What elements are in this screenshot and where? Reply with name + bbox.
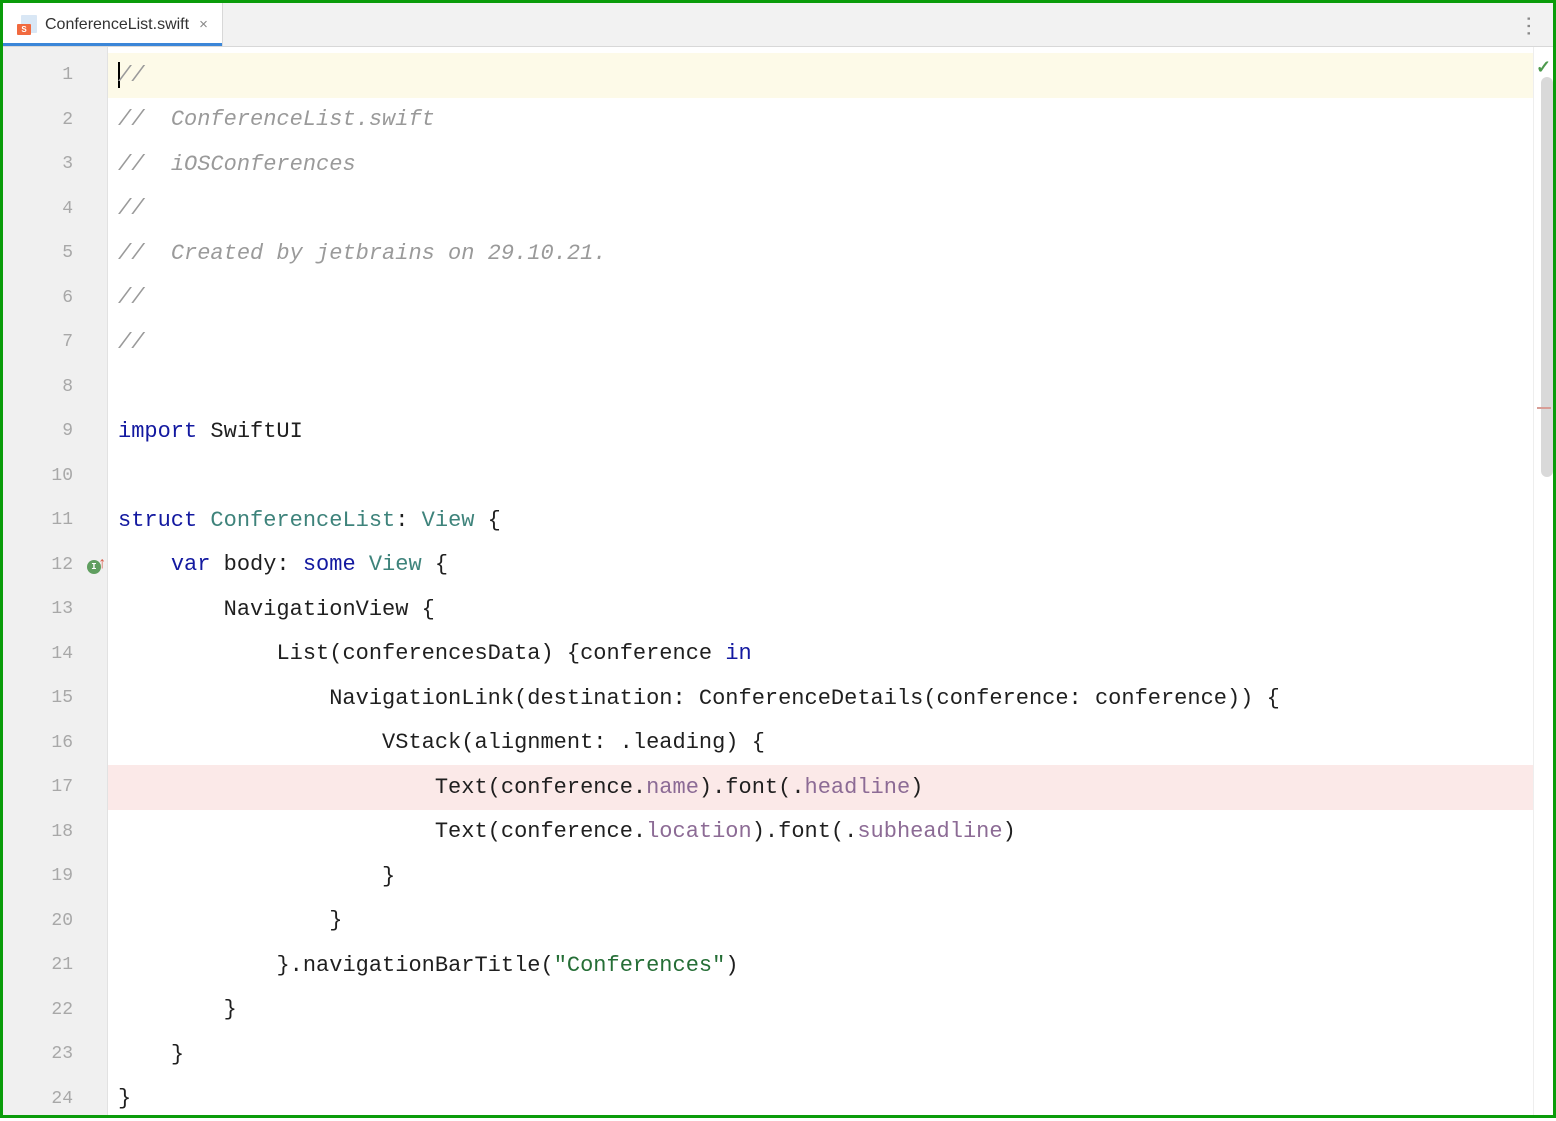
code-line[interactable] <box>108 454 1533 499</box>
error-stripe-marker[interactable] <box>1537 407 1551 409</box>
line-number[interactable]: 23 <box>3 1032 107 1077</box>
line-number[interactable]: 16 <box>3 721 107 766</box>
line-number[interactable]: 8 <box>3 365 107 410</box>
close-icon[interactable]: × <box>197 16 210 33</box>
tab-filename: ConferenceList.swift <box>45 16 189 34</box>
line-number[interactable]: 4 <box>3 187 107 232</box>
code-line[interactable]: List(conferencesData) {conference in <box>108 632 1533 677</box>
code-line[interactable]: import SwiftUI <box>108 409 1533 454</box>
code-line[interactable]: NavigationLink(destination: ConferenceDe… <box>108 676 1533 721</box>
line-number[interactable]: 10 <box>3 454 107 499</box>
line-number-gutter[interactable]: 1 2 3 4 5 6 7 8 9 10 11 12 I ↑ 13 14 15 … <box>3 47 108 1115</box>
editor-tab[interactable]: ConferenceList.swift × <box>3 3 223 46</box>
code-line[interactable]: } <box>108 899 1533 944</box>
code-line[interactable]: var body: some View { <box>108 543 1533 588</box>
more-vertical-icon[interactable]: ⋯ <box>1518 15 1540 35</box>
line-number[interactable]: 15 <box>3 676 107 721</box>
line-number[interactable]: 2 <box>3 98 107 143</box>
line-number[interactable]: 22 <box>3 988 107 1033</box>
line-number[interactable]: 18 <box>3 810 107 855</box>
analysis-gutter: ✓ <box>1533 47 1553 1115</box>
code-line[interactable]: Text(conference.name).font(.headline) <box>108 765 1533 810</box>
code-line[interactable]: } <box>108 1032 1533 1077</box>
code-line[interactable]: // <box>108 276 1533 321</box>
line-number[interactable]: 12 I ↑ <box>3 543 107 588</box>
code-line[interactable]: // <box>108 53 1533 98</box>
line-number[interactable]: 5 <box>3 231 107 276</box>
code-line[interactable]: Text(conference.location).font(.subheadl… <box>108 810 1533 855</box>
line-number[interactable]: 14 <box>3 632 107 677</box>
code-line[interactable]: } <box>108 1077 1533 1116</box>
scrollbar-thumb[interactable] <box>1541 77 1553 477</box>
line-number[interactable]: 20 <box>3 899 107 944</box>
editor-area: 1 2 3 4 5 6 7 8 9 10 11 12 I ↑ 13 14 15 … <box>3 47 1553 1115</box>
code-editor[interactable]: // // ConferenceList.swift // iOSConfere… <box>108 47 1533 1115</box>
tab-bar-actions: ⋯ <box>1519 3 1553 46</box>
line-number[interactable]: 9 <box>3 409 107 454</box>
checkmark-icon[interactable]: ✓ <box>1536 57 1551 78</box>
code-line[interactable]: VStack(alignment: .leading) { <box>108 721 1533 766</box>
line-number[interactable]: 24 <box>3 1077 107 1121</box>
line-number[interactable]: 19 <box>3 854 107 899</box>
inspection-marker-icon[interactable]: I ↑ <box>87 555 101 575</box>
code-line[interactable]: // <box>108 187 1533 232</box>
editor-tab-bar: ConferenceList.swift × ⋯ <box>3 3 1553 47</box>
line-number[interactable]: 13 <box>3 587 107 632</box>
line-number[interactable]: 17 <box>3 765 107 810</box>
line-number[interactable]: 6 <box>3 276 107 321</box>
line-number[interactable]: 7 <box>3 320 107 365</box>
code-line[interactable] <box>108 365 1533 410</box>
code-line[interactable]: // iOSConferences <box>108 142 1533 187</box>
line-number[interactable]: 11 <box>3 498 107 543</box>
line-number[interactable]: 3 <box>3 142 107 187</box>
swift-file-icon <box>17 15 37 35</box>
code-line[interactable]: } <box>108 854 1533 899</box>
line-number[interactable]: 21 <box>3 943 107 988</box>
code-line[interactable]: struct ConferenceList: View { <box>108 498 1533 543</box>
code-line[interactable]: NavigationView { <box>108 587 1533 632</box>
line-number[interactable]: 1 <box>3 53 107 98</box>
code-line[interactable]: // <box>108 320 1533 365</box>
code-line[interactable]: } <box>108 988 1533 1033</box>
code-line[interactable]: // Created by jetbrains on 29.10.21. <box>108 231 1533 276</box>
code-line[interactable]: // ConferenceList.swift <box>108 98 1533 143</box>
code-line[interactable]: }.navigationBarTitle("Conferences") <box>108 943 1533 988</box>
